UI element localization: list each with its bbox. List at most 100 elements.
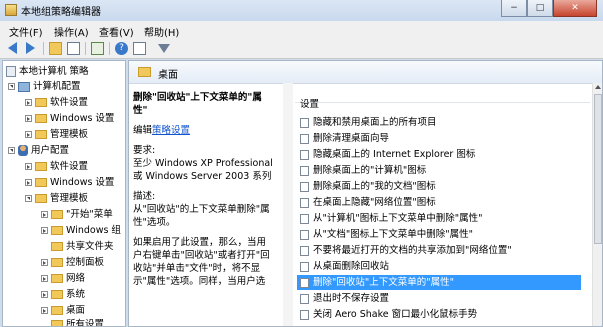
description-divider — [283, 83, 293, 326]
folder-icon — [35, 178, 47, 187]
folder-icon — [35, 162, 47, 171]
details-pane: 桌面 删除"回收站"上下文菜单的"属性" 编辑策略设置 要求: 至少 Window… — [128, 60, 603, 327]
tree-user-config[interactable]: 用户配置 — [8, 143, 69, 158]
tree-all-settings[interactable]: 所有设置 — [51, 317, 104, 326]
folder-icon — [51, 210, 63, 219]
menu-bar: 文件(F) 操作(A) 查看(V) 帮助(H) — [0, 21, 603, 40]
list-item[interactable]: 隐藏桌面上的 Internet Explorer 图标 — [297, 147, 581, 162]
expand-icon[interactable] — [41, 259, 48, 266]
tree-c-windows[interactable]: Windows 设置 — [25, 111, 114, 126]
tree-u-windows[interactable]: Windows 设置 — [25, 175, 114, 190]
policy-setting-icon — [300, 133, 309, 144]
folder-icon — [51, 242, 63, 251]
export-list-icon[interactable] — [91, 42, 104, 55]
list-item-selected[interactable]: 删除"回收站"上下文菜单的"属性" — [297, 275, 581, 290]
tree-computer-config[interactable]: 计算机配置 — [8, 79, 81, 94]
tree-network[interactable]: 网络 — [41, 271, 85, 286]
list-item[interactable]: 删除桌面上的"我的文档"图标 — [297, 179, 581, 194]
policy-description: 删除"回收站"上下文菜单的"属性" 编辑策略设置 要求: 至少 Windows X… — [133, 91, 275, 295]
tree-u-admin[interactable]: 管理模板 — [25, 191, 88, 206]
list-item[interactable]: 关闭 Aero Shake 窗口最小化鼠标手势 — [297, 307, 581, 322]
tree-pane: 本地计算机 策略 计算机配置 软件设置 Windows 设置 管理模板 用户配置… — [2, 60, 126, 327]
collapse-icon[interactable] — [25, 195, 32, 202]
folder-icon — [35, 130, 47, 139]
pane-title: 桌面 — [158, 70, 178, 81]
list-item[interactable]: 隐藏和禁用桌面上的所有项目 — [297, 115, 581, 130]
list-item[interactable]: 从"计算机"图标上下文菜单中删除"属性" — [297, 211, 581, 226]
tree-root[interactable]: 本地计算机 策略 — [6, 64, 89, 79]
tree-control-panel[interactable]: 控制面板 — [41, 255, 104, 270]
list-item[interactable]: 退出时不保存设置 — [297, 291, 581, 306]
window-title: 本地组策略编辑器 — [21, 7, 101, 18]
help-icon[interactable]: ? — [115, 42, 128, 55]
policy-setting-icon — [300, 213, 309, 224]
folder-icon — [51, 226, 63, 235]
collapse-icon[interactable] — [8, 147, 15, 154]
policy-setting-icon — [300, 229, 309, 240]
policy-setting-icon — [300, 197, 309, 208]
maximize-button[interactable]: □ — [527, 0, 553, 17]
description: 描述: 从"回收站"的上下文菜单删除"属性"选项。 — [133, 191, 270, 228]
tree-desktop[interactable]: 桌面 — [41, 303, 85, 318]
list-item[interactable]: 删除清理桌面向导 — [297, 131, 581, 146]
tree-win-components[interactable]: Windows 组 — [41, 223, 121, 238]
description-more: 如果启用了此设置，那么，当用户右键单击"回收站"或者打开"回收站"并单击"文件"… — [133, 237, 270, 287]
collapse-icon[interactable] — [8, 83, 15, 90]
policy-setting-icon — [300, 309, 309, 320]
expand-icon[interactable] — [41, 291, 48, 298]
menu-file[interactable]: 文件(F) — [9, 24, 43, 39]
toolbar: ? — [0, 39, 603, 59]
filter-icon[interactable] — [158, 44, 170, 53]
tree-shared-folders[interactable]: 共享文件夹 — [51, 239, 114, 254]
folder-icon — [35, 114, 47, 123]
expand-icon[interactable] — [41, 307, 48, 314]
back-icon[interactable] — [8, 42, 21, 55]
toolbar-separator — [43, 42, 44, 55]
tree-u-software[interactable]: 软件设置 — [25, 159, 88, 174]
folder-icon — [51, 274, 63, 283]
policy-setting-icon — [300, 261, 309, 272]
list-item[interactable]: 删除桌面上的"计算机"图标 — [297, 163, 581, 178]
properties-icon[interactable] — [133, 42, 146, 55]
policy-setting-icon — [300, 165, 309, 176]
scroll-up-icon[interactable] — [595, 85, 601, 89]
window-controls: − □ ✕ — [501, 0, 597, 18]
menu-help[interactable]: 帮助(H) — [144, 24, 179, 39]
show-hide-tree-icon[interactable] — [67, 42, 80, 55]
list-item[interactable]: 不要将最近打开的文档的共享添加到"网络位置" — [297, 243, 581, 258]
toolbar-separator — [109, 42, 110, 55]
policy-setting-icon — [300, 181, 309, 192]
expand-icon[interactable] — [25, 131, 32, 138]
vertical-scrollbar[interactable] — [592, 83, 602, 326]
menu-view[interactable]: 查看(V) — [99, 24, 134, 39]
scrollbar-thumb[interactable] — [594, 94, 602, 244]
expand-icon[interactable] — [25, 115, 32, 122]
list-item[interactable]: 从桌面删除回收站 — [297, 259, 581, 274]
column-header-setting[interactable]: 设置 — [295, 83, 590, 110]
edit-policy-link[interactable]: 策略设置 — [152, 125, 190, 136]
folder-icon — [51, 290, 63, 299]
policy-icon — [6, 66, 16, 77]
folder-icon — [138, 67, 151, 77]
close-button[interactable]: ✕ — [553, 0, 597, 17]
expand-icon[interactable] — [41, 227, 48, 234]
expand-icon[interactable] — [25, 163, 32, 170]
up-folder-icon[interactable] — [49, 42, 62, 55]
minimize-button[interactable]: − — [501, 0, 527, 17]
folder-icon — [35, 98, 47, 107]
tree-start-menu[interactable]: "开始"菜单 — [41, 207, 113, 222]
policy-setting-icon — [300, 245, 309, 256]
app-icon — [5, 4, 17, 16]
expand-icon[interactable] — [25, 99, 32, 106]
forward-icon[interactable] — [26, 42, 39, 55]
tree-c-software[interactable]: 软件设置 — [25, 95, 88, 110]
list-item[interactable]: 在桌面上隐藏"网络位置"图标 — [297, 195, 581, 210]
policy-setting-icon — [300, 277, 309, 288]
tree-c-admin[interactable]: 管理模板 — [25, 127, 88, 142]
expand-icon[interactable] — [41, 211, 48, 218]
tree-system[interactable]: 系统 — [41, 287, 85, 302]
menu-action[interactable]: 操作(A) — [54, 24, 89, 39]
expand-icon[interactable] — [41, 275, 48, 282]
expand-icon[interactable] — [25, 179, 32, 186]
list-item[interactable]: 从"文档"图标上下文菜单中删除"属性" — [297, 227, 581, 242]
